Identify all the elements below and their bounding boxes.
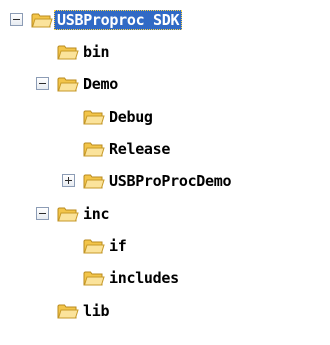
tree-node-label[interactable]: bin <box>80 42 112 62</box>
tree-node-inc[interactable]: inc <box>0 202 200 226</box>
tree-node-includes[interactable]: includes <box>0 266 260 290</box>
folder-icon <box>83 237 105 255</box>
folder-icon <box>57 43 79 61</box>
folder-tree: USBProproc SDK bin Demo Debug Release US… <box>0 0 330 345</box>
folder-icon <box>57 205 79 223</box>
folder-icon <box>83 172 105 190</box>
tree-node-if[interactable]: if <box>0 234 200 258</box>
collapse-toggle-icon[interactable] <box>36 77 49 90</box>
tree-node-bin[interactable]: bin <box>0 40 200 64</box>
folder-icon <box>83 140 105 158</box>
collapse-toggle-icon[interactable] <box>36 207 49 220</box>
folder-icon <box>83 269 105 287</box>
folder-icon <box>57 302 79 320</box>
tree-node-label[interactable]: if <box>106 236 129 256</box>
tree-node-label[interactable]: Debug <box>106 107 156 127</box>
tree-node-label[interactable]: Demo <box>80 74 121 94</box>
tree-node-usbproproc-sdk[interactable]: USBProproc SDK <box>0 8 260 32</box>
tree-node-label[interactable]: lib <box>80 301 112 321</box>
tree-node-label[interactable]: USBProProcDemo <box>106 171 234 191</box>
tree-node-label[interactable]: USBProproc SDK <box>54 10 183 30</box>
collapse-toggle-icon[interactable] <box>10 13 23 26</box>
tree-node-usbproprocdemo[interactable]: USBProProcDemo <box>0 169 330 193</box>
folder-icon <box>83 108 105 126</box>
folder-icon <box>31 11 53 29</box>
tree-node-release[interactable]: Release <box>0 137 260 161</box>
tree-node-label[interactable]: includes <box>106 268 182 288</box>
expand-toggle-icon[interactable] <box>62 174 75 187</box>
tree-node-debug[interactable]: Debug <box>0 105 260 129</box>
tree-node-lib[interactable]: lib <box>0 299 200 323</box>
folder-icon <box>57 75 79 93</box>
tree-node-label[interactable]: inc <box>80 204 112 224</box>
tree-node-label[interactable]: Release <box>106 139 173 159</box>
tree-node-demo[interactable]: Demo <box>0 72 200 96</box>
